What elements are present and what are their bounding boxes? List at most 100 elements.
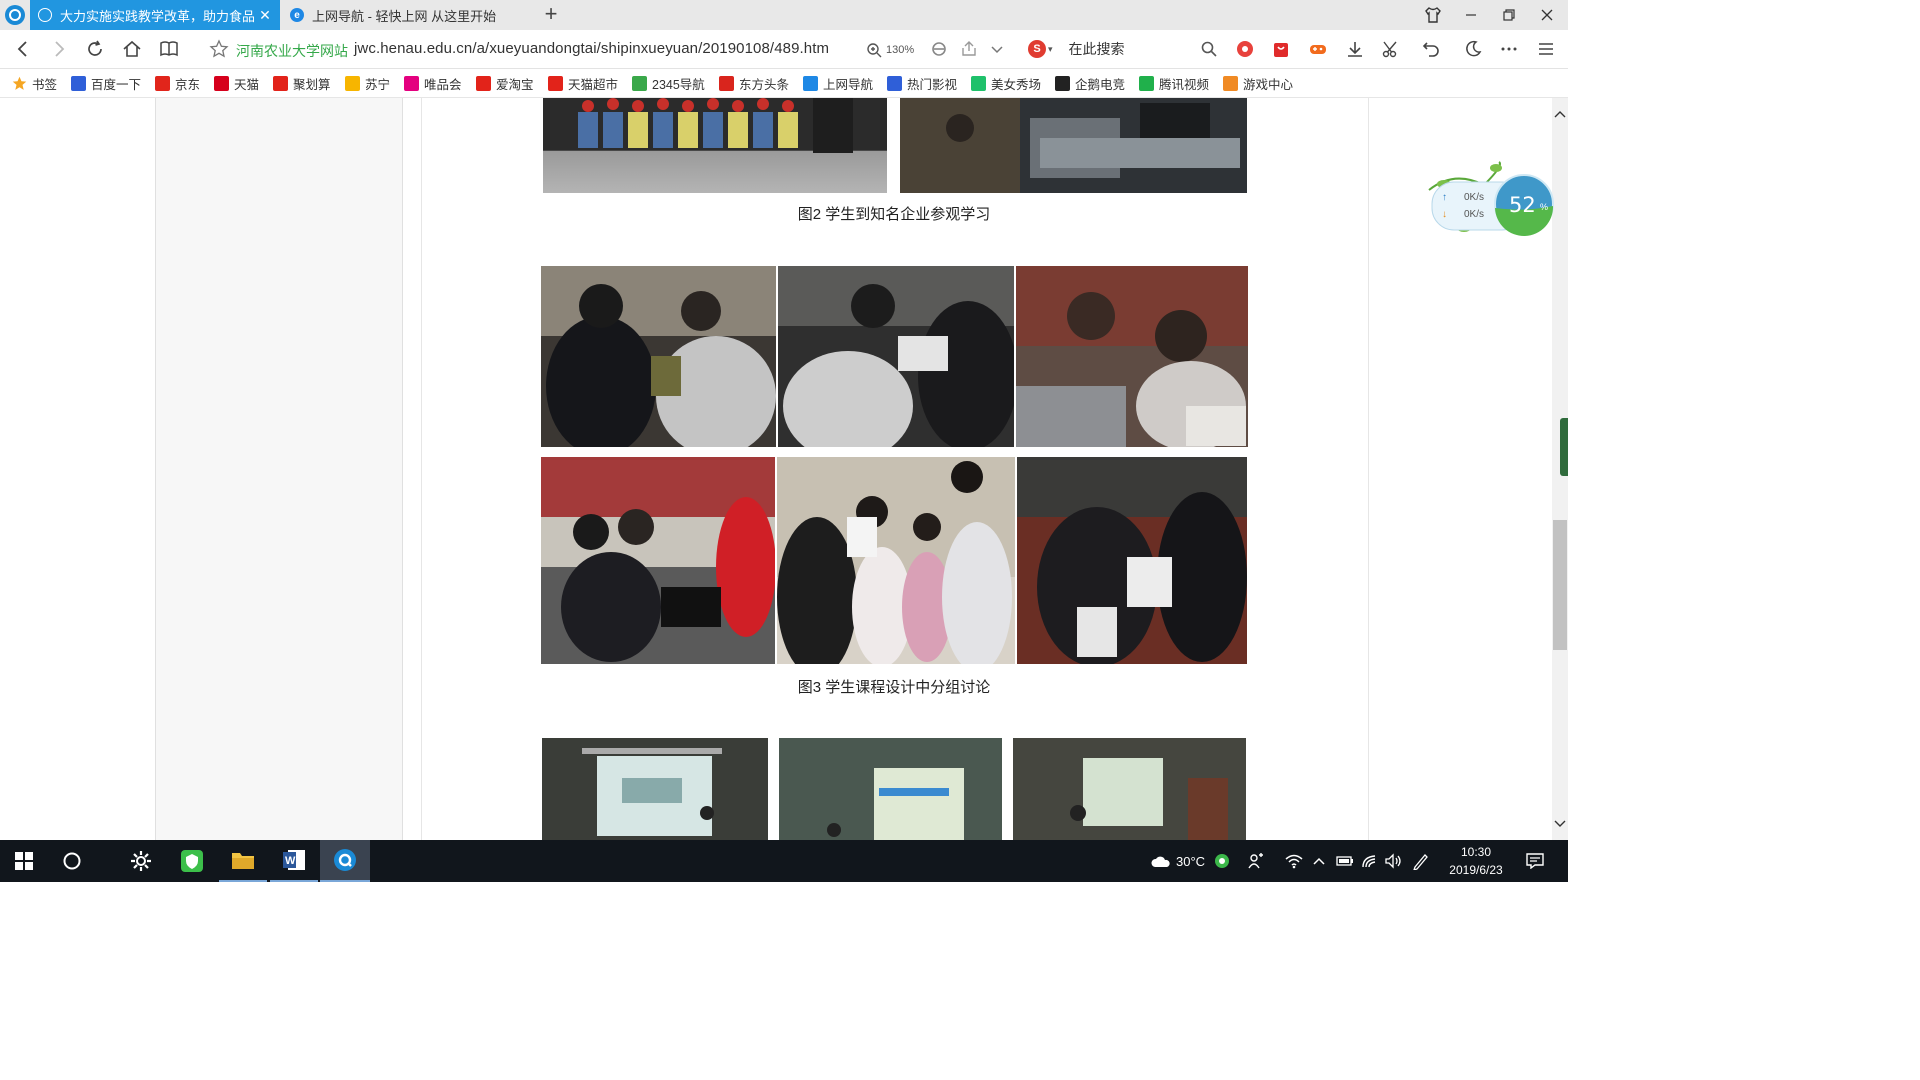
action-center-notification-icon[interactable] [1526, 840, 1544, 882]
refresh-icon[interactable] [82, 36, 108, 62]
address-input[interactable]: jwc.henau.edu.cn/a/xueyuandongtai/shipin… [354, 40, 829, 57]
memory-percent: 52 [1509, 193, 1536, 217]
volume-speaker-icon[interactable] [1384, 840, 1402, 882]
bookmark-label: 热门影视 [907, 78, 958, 92]
percent-sign: % [1540, 202, 1549, 212]
share-icon[interactable] [956, 36, 982, 62]
bookmark-item[interactable]: 腾讯视频 [1139, 74, 1209, 93]
system-clock[interactable]: 10:30 2019/6/23 [1440, 843, 1512, 879]
search-icon[interactable] [1196, 36, 1222, 62]
bookmark-item[interactable]: 游戏中心 [1223, 74, 1293, 93]
search-input[interactable]: 在此搜索 [1069, 39, 1125, 59]
download-arrow-icon: ↓ [1442, 209, 1447, 220]
zoom-level[interactable]: 130% [866, 42, 914, 58]
baidu-paw-icon [71, 76, 86, 91]
screenshot-scissors-icon[interactable] [1378, 36, 1404, 62]
ie-mode-icon[interactable] [926, 36, 952, 62]
weather-widget[interactable]: 30°C [1150, 840, 1205, 882]
new-tab-button[interactable]: + [540, 3, 562, 27]
file-explorer-icon[interactable] [219, 840, 267, 882]
2345-icon [632, 76, 647, 91]
flower-gift-icon[interactable] [1232, 36, 1258, 62]
tmall-icon [214, 76, 229, 91]
shopping-bag-icon[interactable] [1268, 36, 1294, 62]
engine-dropdown-icon[interactable]: ▾ [1048, 44, 1053, 55]
close-window-button[interactable] [1528, 0, 1566, 30]
figure-caption: 图3 学生课程设计中分组讨论 [797, 679, 991, 696]
bookmark-item[interactable]: 书签 [12, 74, 57, 93]
bookmark-item[interactable]: 百度一下 [71, 74, 141, 93]
tab-title: 大力实施实践教学改革，助力食品新 [60, 8, 254, 24]
close-tab-icon[interactable]: ✕ [258, 7, 272, 24]
bookmark-label: 企鹅电竞 [1075, 78, 1126, 92]
show-hidden-icons-chevron[interactable] [1312, 840, 1326, 882]
bookmark-label: 唯品会 [424, 78, 462, 92]
download-icon[interactable] [1342, 36, 1368, 62]
photo-discussion-6 [1017, 457, 1247, 664]
bookmark-label: 美女秀场 [991, 78, 1042, 92]
ie-icon [803, 76, 818, 91]
bookmark-item[interactable]: 天猫 [214, 74, 259, 93]
taobao-icon [548, 76, 563, 91]
bookmark-item[interactable]: 苏宁 [345, 74, 390, 93]
undo-close-icon[interactable] [1418, 36, 1444, 62]
bookmark-item[interactable]: 爱淘宝 [476, 74, 534, 93]
bookmark-item[interactable]: 天猫超市 [548, 74, 618, 93]
upload-arrow-icon: ↑ [1442, 192, 1447, 203]
bookmark-item[interactable]: 唯品会 [404, 74, 462, 93]
start-windows-icon[interactable] [0, 840, 48, 882]
wifi-icon[interactable] [1285, 840, 1303, 882]
pen-ink-workspace-icon[interactable] [1412, 840, 1430, 882]
settings-gear-icon[interactable] [117, 840, 165, 882]
people-icon[interactable] [1247, 840, 1265, 882]
minimize-button[interactable] [1452, 0, 1490, 30]
cortana-search-icon[interactable] [48, 840, 96, 882]
scroll-up-icon[interactable] [1552, 108, 1568, 120]
battery-icon[interactable] [1336, 840, 1354, 882]
security-shield-app-icon[interactable] [168, 840, 216, 882]
juhuasuan-icon [273, 76, 288, 91]
bookmark-label: 东方头条 [739, 78, 790, 92]
bookmark-item[interactable]: 热门影视 [887, 74, 957, 93]
back-icon[interactable] [10, 36, 36, 62]
network-signal-icon[interactable] [1361, 840, 1377, 882]
browser-logo-icon[interactable] [5, 5, 25, 25]
bookmark-label: 百度一下 [91, 78, 142, 92]
reading-mode-icon[interactable] [156, 36, 182, 62]
word-app-icon[interactable]: W [270, 840, 318, 882]
bookmark-item[interactable]: 东方头条 [719, 74, 789, 93]
more-options-icon[interactable] [1496, 36, 1522, 62]
browser-app-icon[interactable] [320, 840, 370, 882]
chevron-down-icon[interactable] [984, 36, 1010, 62]
network-speed-widget[interactable]: ↑ 0K/s ↓ 0K/s 52 % [1424, 160, 1554, 240]
side-panel-handle[interactable] [1560, 418, 1568, 476]
search-box[interactable]: S ▾ 在此搜索 [1024, 35, 1224, 63]
tab-inactive[interactable]: e 上网导航 - 轻快上网 从这里开始 [282, 0, 532, 30]
tab-strip: 大力实施实践教学改革，助力食品新 ✕ e 上网导航 - 轻快上网 从这里开始 + [0, 0, 1568, 30]
bookmark-item[interactable]: 2345导航 [632, 74, 705, 93]
tab-active[interactable]: 大力实施实践教学改革，助力食品新 ✕ [30, 0, 280, 30]
home-icon[interactable] [119, 36, 145, 62]
bookmark-item[interactable]: 上网导航 [803, 74, 873, 93]
game-controller-icon[interactable] [1305, 36, 1331, 62]
forward-icon[interactable] [46, 36, 72, 62]
sogou-search-icon[interactable]: S [1028, 40, 1046, 58]
bookmark-item[interactable]: 企鹅电竞 [1055, 74, 1125, 93]
web-page-content: 图2 学生到知名企业参观学习 图3 学生课程设计中分组讨论 [0, 98, 1552, 840]
scrollbar-thumb[interactable] [1553, 520, 1567, 650]
taobao-icon [476, 76, 491, 91]
bookmark-item[interactable]: 京东 [155, 74, 200, 93]
photo-presentation-1 [542, 738, 768, 840]
restore-button[interactable] [1490, 0, 1528, 30]
favorite-star-icon[interactable] [206, 36, 232, 62]
skin-shirt-icon[interactable] [1414, 0, 1452, 30]
windows-taskbar: W 30°C 10:30 2019/6/23 [0, 840, 1568, 882]
bookmark-label: 爱淘宝 [496, 78, 534, 92]
bookmark-item[interactable]: 美女秀场 [971, 74, 1041, 93]
night-mode-icon[interactable] [1460, 36, 1486, 62]
menu-hamburger-icon[interactable] [1533, 36, 1559, 62]
bookmark-item[interactable]: 聚划算 [273, 74, 331, 93]
tray-green-app-icon[interactable] [1214, 840, 1230, 882]
scroll-down-icon[interactable] [1552, 818, 1568, 830]
clock-date: 2019/6/23 [1449, 863, 1503, 877]
